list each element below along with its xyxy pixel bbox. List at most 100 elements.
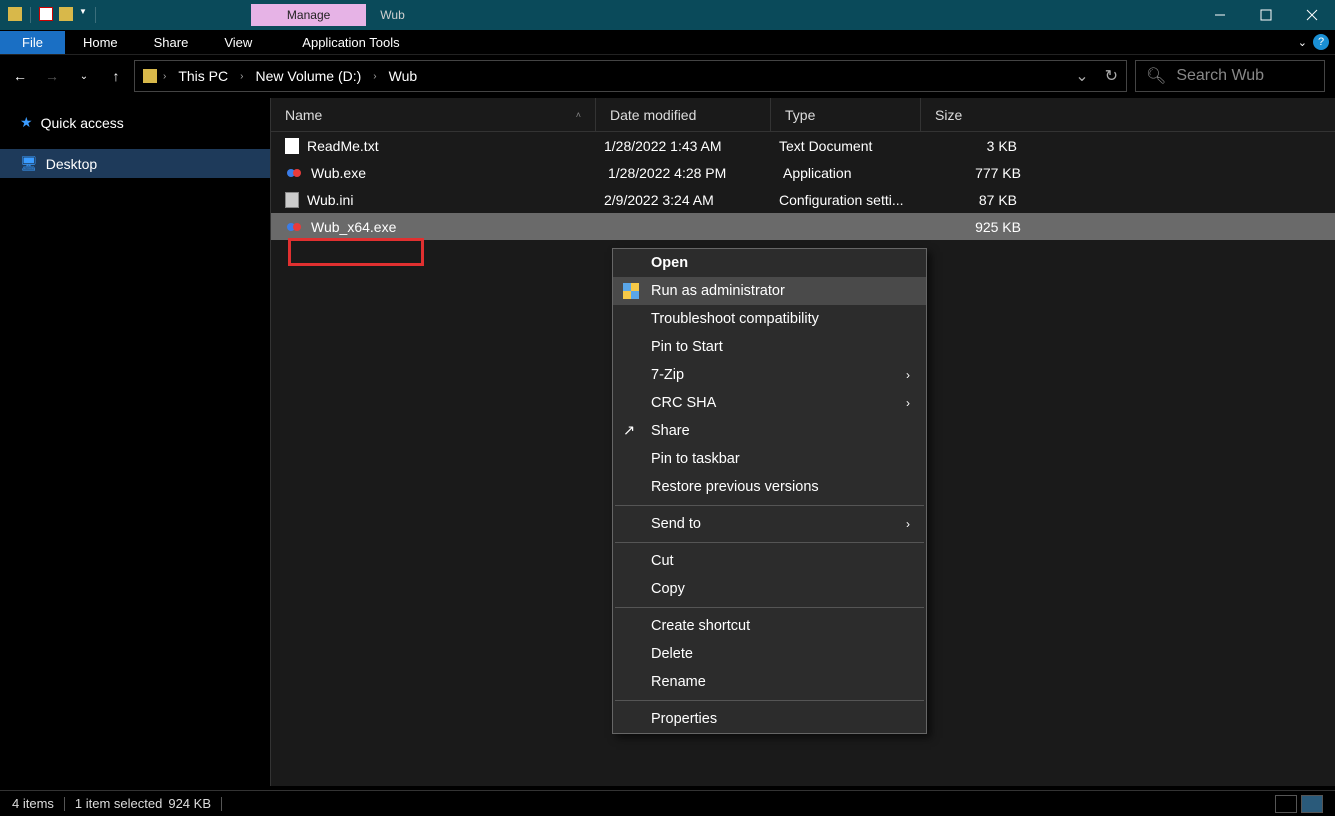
- file-name: Wub.exe: [311, 165, 608, 181]
- chevron-right-icon[interactable]: ›: [163, 71, 166, 82]
- file-type: Configuration setti...: [779, 192, 929, 208]
- star-icon: ★: [20, 114, 33, 131]
- context-pin-taskbar[interactable]: Pin to taskbar: [613, 445, 926, 473]
- ribbon-chevron-down-icon[interactable]: ⌄: [1298, 36, 1307, 49]
- close-button[interactable]: [1289, 0, 1335, 30]
- title-bar: ▼ Manage Wub: [0, 0, 1335, 30]
- separator: [615, 542, 924, 543]
- file-date: 1/28/2022 1:43 AM: [604, 138, 779, 154]
- share-icon: ↗: [623, 423, 639, 439]
- address-dropdown-icon[interactable]: ⌄: [1075, 66, 1088, 86]
- context-cut[interactable]: Cut: [613, 547, 926, 575]
- context-troubleshoot[interactable]: Troubleshoot compatibility: [613, 305, 926, 333]
- quick-access-item[interactable]: ★ Quick access: [0, 108, 270, 137]
- file-size: 3 KB: [929, 138, 1017, 154]
- separator: [221, 797, 222, 811]
- exe-file-icon: [285, 218, 303, 236]
- file-tab[interactable]: File: [0, 31, 65, 54]
- context-pin-start[interactable]: Pin to Start: [613, 333, 926, 361]
- context-crc-sha[interactable]: CRC SHA›: [613, 389, 926, 417]
- minimize-button[interactable]: [1197, 0, 1243, 30]
- status-bar: 4 items 1 item selected 924 KB: [0, 790, 1335, 816]
- home-tab[interactable]: Home: [65, 35, 136, 50]
- forward-button[interactable]: →: [42, 68, 62, 84]
- quick-access-toolbar: ▼: [0, 7, 106, 23]
- help-icon[interactable]: ?: [1313, 34, 1329, 50]
- status-selected: 1 item selected: [75, 796, 162, 811]
- chevron-right-icon[interactable]: ›: [373, 71, 376, 82]
- window-title: Wub: [380, 8, 404, 22]
- separator: [64, 797, 65, 811]
- context-send-to[interactable]: Send to›: [613, 510, 926, 538]
- nav-label: Desktop: [46, 156, 97, 172]
- context-7zip[interactable]: 7-Zip›: [613, 361, 926, 389]
- sort-indicator-icon: ˄: [576, 110, 581, 120]
- desktop-icon: 🖥︎: [20, 155, 38, 172]
- file-date: 1/28/2022 4:28 PM: [608, 165, 783, 181]
- search-icon: 🔍︎: [1146, 66, 1166, 86]
- context-open[interactable]: Open: [613, 249, 926, 277]
- file-name: Wub_x64.exe: [311, 219, 608, 235]
- new-folder-icon[interactable]: [59, 7, 73, 21]
- chevron-right-icon: ›: [906, 396, 910, 410]
- column-type[interactable]: Type: [771, 98, 921, 131]
- share-tab[interactable]: Share: [136, 35, 207, 50]
- breadcrumb-this-pc[interactable]: This PC: [172, 68, 234, 84]
- file-row[interactable]: Wub_x64.exe 925 KB: [271, 213, 1335, 240]
- navigation-pane: ★ Quick access 🖥︎ Desktop: [0, 98, 270, 786]
- shield-icon: [623, 283, 639, 299]
- file-size: 87 KB: [929, 192, 1017, 208]
- file-row[interactable]: Wub.exe1/28/2022 4:28 PMApplication777 K…: [271, 159, 1335, 186]
- file-type: Text Document: [779, 138, 929, 154]
- context-properties[interactable]: Properties: [613, 705, 926, 733]
- file-name: Wub.ini: [307, 192, 604, 208]
- desktop-item[interactable]: 🖥︎ Desktop: [0, 149, 270, 178]
- address-bar[interactable]: › This PC › New Volume (D:) › Wub ⌄ ↻: [134, 60, 1127, 92]
- column-name[interactable]: Name˄: [271, 98, 596, 131]
- chevron-right-icon: ›: [906, 368, 910, 382]
- breadcrumb-volume[interactable]: New Volume (D:): [249, 68, 367, 84]
- application-tools-tab[interactable]: Application Tools: [284, 35, 417, 50]
- separator: [30, 7, 31, 23]
- file-row[interactable]: Wub.ini2/9/2022 3:24 AMConfiguration set…: [271, 186, 1335, 213]
- context-menu: Open Run as administrator Troubleshoot c…: [612, 248, 927, 734]
- file-size: 925 KB: [933, 219, 1021, 235]
- file-date: 2/9/2022 3:24 AM: [604, 192, 779, 208]
- manage-tab[interactable]: Manage: [251, 4, 366, 26]
- nav-label: Quick access: [41, 115, 124, 131]
- chevron-right-icon: ›: [906, 517, 910, 531]
- text-file-icon: [285, 138, 299, 154]
- context-share[interactable]: ↗ Share: [613, 417, 926, 445]
- column-headers: Name˄ Date modified Type Size: [271, 98, 1335, 132]
- view-tab[interactable]: View: [206, 35, 270, 50]
- chevron-down-icon[interactable]: ▼: [79, 7, 87, 23]
- properties-icon[interactable]: [39, 7, 53, 21]
- file-row[interactable]: ReadMe.txt1/28/2022 1:43 AMText Document…: [271, 132, 1335, 159]
- context-rename[interactable]: Rename: [613, 668, 926, 696]
- context-copy[interactable]: Copy: [613, 575, 926, 603]
- context-run-as-admin[interactable]: Run as administrator: [613, 277, 926, 305]
- breadcrumb-folder[interactable]: Wub: [383, 68, 424, 84]
- column-date[interactable]: Date modified: [596, 98, 771, 131]
- column-size[interactable]: Size: [921, 98, 1021, 131]
- window-controls: [1197, 0, 1335, 30]
- separator: [95, 7, 96, 23]
- back-button[interactable]: ←: [10, 68, 30, 84]
- up-button[interactable]: ↑: [106, 68, 126, 84]
- context-restore-versions[interactable]: Restore previous versions: [613, 473, 926, 501]
- large-icons-view-button[interactable]: [1301, 795, 1323, 813]
- refresh-icon[interactable]: ↻: [1105, 66, 1118, 86]
- chevron-right-icon[interactable]: ›: [240, 71, 243, 82]
- file-name: ReadMe.txt: [307, 138, 604, 154]
- status-items: 4 items: [12, 796, 54, 811]
- context-delete[interactable]: Delete: [613, 640, 926, 668]
- maximize-button[interactable]: [1243, 0, 1289, 30]
- folder-icon[interactable]: [8, 7, 22, 21]
- details-view-button[interactable]: [1275, 795, 1297, 813]
- search-box[interactable]: 🔍︎ Search Wub: [1135, 60, 1325, 92]
- navigation-bar: ← → ⌄ ↑ › This PC › New Volume (D:) › Wu…: [0, 54, 1335, 98]
- file-size: 777 KB: [933, 165, 1021, 181]
- recent-dropdown[interactable]: ⌄: [74, 71, 94, 82]
- status-size: 924 KB: [168, 796, 211, 811]
- context-create-shortcut[interactable]: Create shortcut: [613, 612, 926, 640]
